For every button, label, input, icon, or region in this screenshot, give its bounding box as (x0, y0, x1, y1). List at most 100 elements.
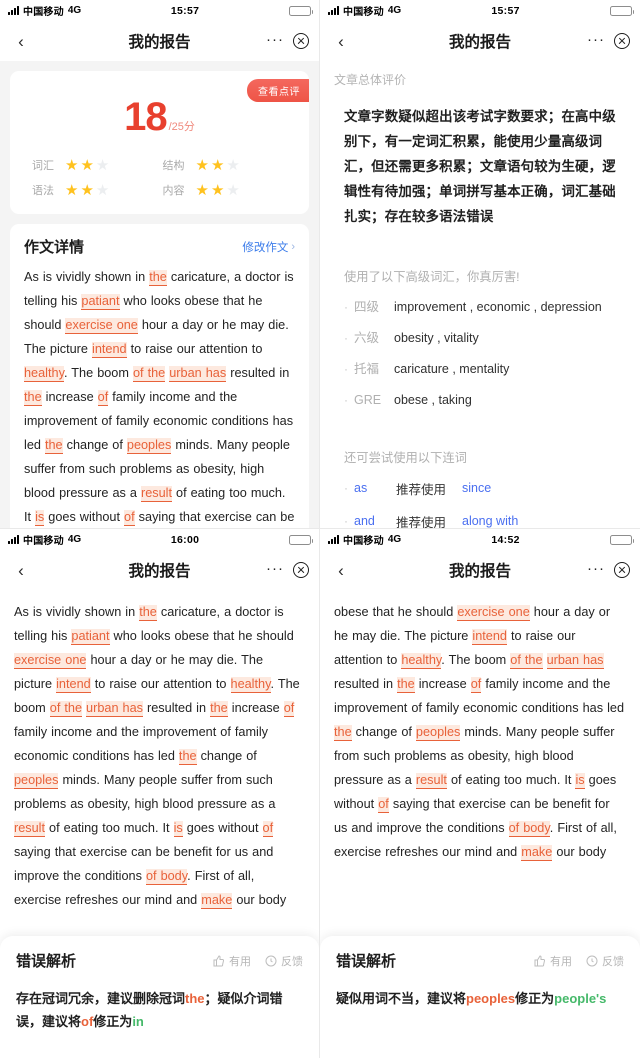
sheet-title: 错误解析 (336, 953, 397, 970)
essay-plain-token: of eating too much. It (45, 821, 174, 835)
essay-error-token[interactable]: result (14, 821, 46, 837)
essay-error-token[interactable]: result (415, 773, 447, 789)
back-chevron-icon[interactable]: ‹ (330, 30, 352, 52)
conjunction-list: · as 推荐使用 since · and 推荐使用 along with · … (344, 478, 616, 528)
essay-error-token[interactable]: healthy (24, 366, 64, 382)
essay-error-token[interactable]: patiant (81, 294, 120, 310)
panel-essay-analysis-article: 中国移动 4G 16:00 ‹ 我的报告 ··· As is vividly s… (0, 529, 320, 1058)
essay-error-token[interactable]: exercise one (65, 318, 138, 334)
essay-error-token[interactable]: intend (56, 677, 91, 693)
feedback-clock-icon (586, 955, 598, 967)
close-circle-icon[interactable] (293, 562, 309, 578)
star-icon: ★ (95, 181, 110, 199)
more-dots-icon[interactable]: ··· (587, 32, 605, 47)
close-circle-icon[interactable] (614, 33, 630, 49)
essay-error-token[interactable]: patiant (71, 629, 110, 645)
essay-plain-token: obese that he should (334, 605, 458, 619)
essay-error-token[interactable]: of the (132, 366, 166, 382)
carrier-label: 中国移动 (23, 536, 64, 547)
essay-error-token[interactable]: of (124, 510, 135, 526)
status-bar: 中国移动 4G 14:52 (320, 529, 640, 550)
essay-error-token[interactable]: healthy (401, 653, 442, 669)
essay-error-token[interactable]: healthy (230, 677, 271, 693)
feedback-button[interactable]: 反馈 (586, 953, 624, 969)
essay-error-token[interactable]: peoples (415, 725, 461, 741)
back-chevron-icon[interactable]: ‹ (10, 559, 32, 581)
essay-error-token[interactable]: of (262, 821, 274, 837)
nav-bar: ‹ 我的报告 ··· (0, 550, 319, 590)
essay-error-token[interactable]: the (334, 725, 352, 741)
rating-structure: 结构 ★ ★ ★ (163, 157, 288, 173)
vocab-level: 四级 (354, 300, 380, 314)
essay-text[interactable]: As is vividly shown in the caricature, a… (10, 265, 309, 528)
more-dots-icon[interactable]: ··· (266, 32, 284, 47)
more-dots-icon[interactable]: ··· (266, 561, 284, 576)
conjunction-hint: 推荐使用 (396, 515, 447, 529)
vocab-words: caricature , mentality (394, 362, 510, 376)
essay-text[interactable]: obese that he should exercise one hour a… (320, 590, 640, 878)
essay-error-token[interactable]: make (201, 893, 233, 909)
essay-error-token[interactable]: the (24, 390, 42, 406)
essay-error-token[interactable]: urban has (86, 701, 143, 717)
score-row: 18 /25分 (24, 97, 295, 137)
essay-error-token[interactable]: is (173, 821, 183, 837)
essay-error-token[interactable]: is (575, 773, 585, 789)
edit-essay-link[interactable]: 修改作文 › (242, 239, 295, 255)
essay-error-token[interactable]: the (149, 270, 167, 286)
essay-error-token[interactable]: intend (92, 342, 127, 358)
list-item: · as 推荐使用 since (344, 478, 616, 498)
essay-error-token[interactable]: intend (472, 629, 507, 645)
analysis-plain: 疑似用词不当，建议将 (336, 991, 467, 1006)
essay-error-token[interactable]: of the (49, 701, 83, 717)
close-circle-icon[interactable] (293, 33, 309, 49)
network-label: 4G (387, 5, 402, 16)
more-dots-icon[interactable]: ··· (587, 561, 605, 576)
sheet-actions: 有用 反馈 (534, 953, 624, 969)
essay-error-token[interactable]: exercise one (457, 605, 530, 621)
network-label: 4G (67, 5, 82, 16)
essay-error-token[interactable]: of (470, 677, 482, 693)
sheet-head: 错误解析 有用 反馈 (336, 950, 624, 971)
feedback-button[interactable]: 反馈 (265, 953, 303, 969)
view-comment-badge[interactable]: 查看点评 (247, 79, 309, 102)
essay-error-token[interactable]: urban has (546, 653, 604, 669)
essay-error-token[interactable]: the (178, 749, 197, 765)
useful-button[interactable]: 有用 (213, 953, 251, 969)
nav-bar: ‹ 我的报告 ··· (320, 21, 640, 61)
essay-error-token[interactable]: the (44, 438, 63, 454)
essay-error-token[interactable]: exercise one (14, 653, 87, 669)
essay-error-token[interactable]: urban has (169, 366, 227, 382)
essay-error-token[interactable]: of (378, 797, 389, 813)
back-chevron-icon[interactable]: ‹ (10, 30, 32, 52)
list-item: · 托福 caricature , mentality (344, 359, 616, 379)
star-icon: ★ (195, 156, 209, 174)
essay-error-token[interactable]: of the (510, 653, 543, 669)
essay-error-token[interactable]: of body (508, 821, 550, 837)
vocab-list: · 四级 improvement , economic , depression… (344, 297, 616, 410)
essay-text[interactable]: As is vividly shown in the caricature, a… (0, 590, 319, 926)
close-circle-icon[interactable] (614, 562, 630, 578)
essay-error-token[interactable]: peoples (14, 773, 59, 789)
error-analysis-text: 存在冠词冗余，建议删除冠词the；疑似介词错误，建议将of修正为in (16, 987, 303, 1033)
essay-error-token[interactable]: make (521, 845, 553, 861)
essay-error-token[interactable]: is (35, 510, 45, 526)
essay-error-token[interactable]: result (140, 486, 172, 502)
essay-error-token[interactable]: of (283, 701, 295, 717)
clock-label: 16:00 (170, 533, 200, 546)
analysis-error-word: peoples (466, 991, 516, 1006)
thumbs-up-icon (213, 954, 225, 967)
essay-error-token[interactable]: the (139, 605, 157, 621)
ratings-grid: 词汇 ★ ★ ★ 结构 ★ ★ ★ 语法 ★ ★ ★ 内容 ★ ★ ★ (24, 157, 295, 198)
list-item: · 六级 obesity , vitality (344, 328, 616, 348)
essay-error-token[interactable]: the (210, 701, 228, 717)
essay-error-token[interactable]: of (97, 390, 109, 406)
essay-error-token[interactable]: of body (145, 869, 188, 885)
status-bar: 中国移动 4G 16:00 (0, 529, 319, 550)
useful-button[interactable]: 有用 (534, 953, 572, 969)
analysis-fix-word: in (132, 1014, 144, 1029)
essay-error-token[interactable]: peoples (126, 438, 172, 454)
essay-error-token[interactable]: the (397, 677, 415, 693)
back-chevron-icon[interactable]: ‹ (330, 559, 352, 581)
essay-plain-token: to raise our attention to (90, 677, 231, 691)
battery-icon (610, 534, 634, 545)
